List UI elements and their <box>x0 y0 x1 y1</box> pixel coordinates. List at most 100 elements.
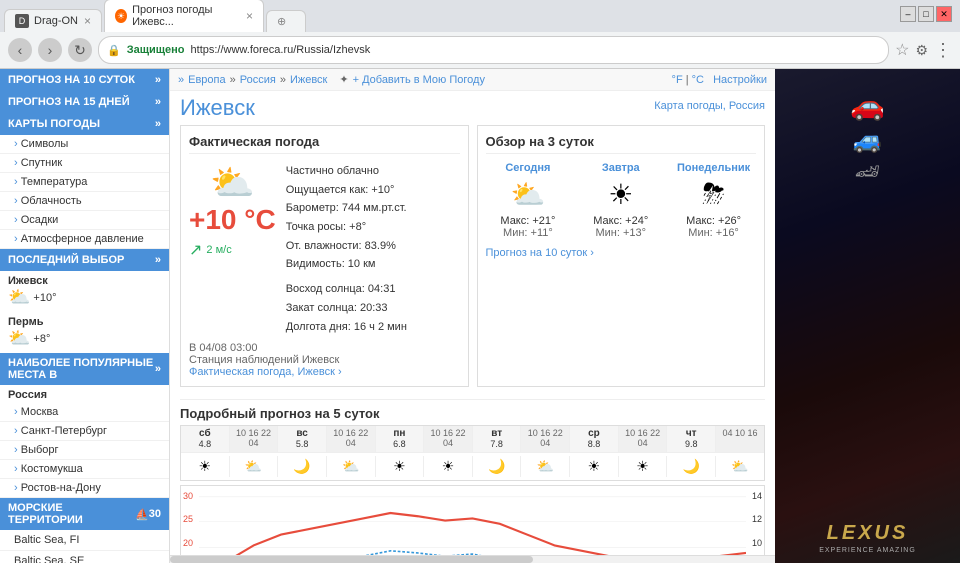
wind-direction-icon: ↗ <box>189 240 202 260</box>
pressure: Барометр: 744 мм.рт.ст. <box>286 199 407 218</box>
forward-button[interactable]: › <box>38 38 62 62</box>
chart-y-12: 12 <box>752 514 762 524</box>
sidebar-item-pressure[interactable]: Атмосферное давление <box>0 230 169 249</box>
sunset: Закат солнца: 20:33 <box>286 299 407 318</box>
sidebar-popular[interactable]: НАИБОЛЕЕ ПОПУЛЯРНЫЕ МЕСТА В » <box>0 353 169 385</box>
popular-arrow: » <box>155 363 161 375</box>
chart-y-20: 20 <box>183 538 193 548</box>
celsius-link[interactable]: °C <box>692 74 704 86</box>
horizontal-scrollbar[interactable] <box>170 555 775 563</box>
chart-svg <box>199 486 746 563</box>
forecast-row-icons: ☀ ⛅ 🌙 ⛅ ☀ ☀ 🌙 ⛅ ☀ ☀ 🌙 ⛅ <box>181 453 764 480</box>
izhevsk-cloud-icon: ⛅ <box>8 287 30 308</box>
reload-button[interactable]: ↻ <box>68 38 92 62</box>
ad-banner: 🚗 🚙 🏎 LEXUS EXPERIENCE AMAZING <box>775 69 960 563</box>
settings-icon[interactable]: ⚙ <box>915 42 928 59</box>
current-weather-icon: ⛅ <box>189 162 276 204</box>
sidebar-forecast-15[interactable]: ПРОГНОЗ НА 15 ДНЕЙ » <box>0 91 169 113</box>
restore-button[interactable]: □ <box>918 6 934 22</box>
current-temp: +10 °C <box>189 204 276 236</box>
bookmark-icon[interactable]: ☆ <box>895 40 909 60</box>
detailed-forecast-title: Подробный прогноз на 5 суток <box>180 399 765 425</box>
tab-icon-drag-on: D <box>15 14 29 28</box>
add-to-my-weather[interactable]: + Добавить в Мою Погоду <box>353 74 485 86</box>
perm-weather: ⛅ +8° <box>8 328 161 349</box>
ad-branding: LEXUS EXPERIENCE AMAZING <box>819 522 916 554</box>
sidebar-perm[interactable]: Пермь ⛅ +8° <box>0 312 169 353</box>
perm-name: Пермь <box>8 316 161 328</box>
more-icon[interactable]: ⋮ <box>934 40 952 61</box>
marine-boat-icon: ⛵ <box>135 508 149 521</box>
back-button[interactable]: ‹ <box>8 38 32 62</box>
sidebar-marine[interactable]: МОРСКИЕ ТЕРРИТОРИИ ⛵ 30 <box>0 498 169 530</box>
settings-link[interactable]: Настройки <box>713 74 767 86</box>
sidebar-maps[interactable]: КАРТЫ ПОГОДЫ » <box>0 113 169 135</box>
close-button[interactable]: ✕ <box>936 6 952 22</box>
dew-point: Точка росы: +8° <box>286 218 407 237</box>
icon-vs-2: ☀ <box>424 456 473 477</box>
today-icon: ⛅ <box>486 178 571 211</box>
ad-cars-area: 🚗 🚙 🏎 <box>775 89 960 184</box>
marine-label: МОРСКИЕ ТЕРРИТОРИИ <box>8 502 135 526</box>
forecast-day-today: Сегодня ⛅ Макс: +21° Мин: +11° <box>486 162 571 239</box>
breadcrumb-europe[interactable]: Европа <box>188 74 226 86</box>
sidebar-item-satellite[interactable]: Спутник <box>0 154 169 173</box>
sidebar-item-rostov[interactable]: Ростов-на-Дону <box>0 479 169 498</box>
icon-sb-2: ⛅ <box>230 456 279 477</box>
day-pn-h: 10 16 22 04 <box>424 426 473 452</box>
icon-pn-1: ☀ <box>570 456 619 477</box>
forecast-days: Сегодня ⛅ Макс: +21° Мин: +11° Завтра ☀ … <box>486 162 757 239</box>
map-link[interactable]: Карта погоды, Россия <box>654 100 765 112</box>
car-icon-3: 🏎 <box>775 159 960 184</box>
today-min: Мин: +11° <box>486 227 571 239</box>
sidebar-item-symbols[interactable]: Символы <box>0 135 169 154</box>
temp-units-settings: °F | °C Настройки <box>672 74 767 86</box>
day-cht-h: 04 10 16 <box>716 426 764 452</box>
sidebar-item-vyborg[interactable]: Выборг <box>0 441 169 460</box>
weather-cards-row: Фактическая погода ⛅ +10 °C ↗ 2 м/с <box>170 125 775 395</box>
sidebar-item-temperature[interactable]: Температура <box>0 173 169 192</box>
scrollbar-thumb[interactable] <box>170 556 533 563</box>
sidebar-forecast-10[interactable]: ПРОГНОЗ НА 10 СУТОК » <box>0 69 169 91</box>
tab-close-forecast[interactable]: × <box>246 9 253 23</box>
tab-forecast[interactable]: ☀ Прогноз погоды Ижевс... × <box>104 0 264 32</box>
marine-item-baltic-fi[interactable]: Baltic Sea, FI <box>0 530 169 551</box>
humidity: От. влажности: 83.9% <box>286 237 407 256</box>
tab-label-empty: ⊕ <box>277 15 286 28</box>
minimize-button[interactable]: – <box>900 6 916 22</box>
breadcrumb-text: » Европа » Россия » Ижевск ✦ + Добавить … <box>178 73 485 86</box>
chart-y-25: 25 <box>183 514 193 524</box>
last-choice-arrow: » <box>155 254 161 266</box>
overview-card: Обзор на 3 суток Сегодня ⛅ Макс: +21° Ми… <box>477 125 766 387</box>
observation-station: Станция наблюдений Ижевск <box>189 354 460 366</box>
tomorrow-min: Мин: +13° <box>578 227 663 239</box>
icon-sb-1: ☀ <box>181 456 230 477</box>
car-icon-1: 🚗 <box>775 89 960 122</box>
sidebar-item-spb[interactable]: Санкт-Петербург <box>0 422 169 441</box>
forecast-10-link[interactable]: Прогноз на 10 суток › <box>486 247 757 259</box>
sidebar-izhevsk[interactable]: Ижевск ⛅ +10° <box>0 271 169 312</box>
marine-item-baltic-se[interactable]: Baltic Sea, SE <box>0 551 169 563</box>
sidebar-item-kostomuksha[interactable]: Костомукша <box>0 460 169 479</box>
breadcrumb-russia[interactable]: Россия <box>240 74 276 86</box>
sidebar-item-clouds[interactable]: Облачность <box>0 192 169 211</box>
monday-label: Понедельник <box>671 162 756 174</box>
breadcrumb-izhevsk[interactable]: Ижевск <box>290 74 327 86</box>
detailed-forecast-section: Подробный прогноз на 5 суток сб4.8 10 16… <box>170 399 775 563</box>
fahrenheit-link[interactable]: °F <box>672 74 683 86</box>
actual-weather-link[interactable]: Фактическая погода, Ижевск › <box>189 366 342 378</box>
sidebar-item-precipitation[interactable]: Осадки <box>0 211 169 230</box>
forecast-row-days: сб4.8 10 16 22 04 вс5.8 10 16 22 04 пн6.… <box>181 426 764 453</box>
wind-speed: 2 м/с <box>206 244 231 256</box>
tab-empty[interactable]: ⊕ <box>266 10 306 32</box>
forecast-day-tomorrow: Завтра ☀ Макс: +24° Мин: +13° <box>578 162 663 239</box>
icon-vs-1: ☀ <box>376 456 425 477</box>
sidebar-last-choice[interactable]: ПОСЛЕДНИЙ ВЫБОР » <box>0 249 169 271</box>
sidebar-item-moscow[interactable]: Москва <box>0 403 169 422</box>
ad-brand: LEXUS <box>819 522 916 545</box>
tab-close-drag-on[interactable]: × <box>84 14 91 28</box>
tab-label-forecast: Прогноз погоды Ижевс... <box>132 4 240 28</box>
current-weather-card: Фактическая погода ⛅ +10 °C ↗ 2 м/с <box>180 125 469 387</box>
tab-drag-on[interactable]: D Drag-ON × <box>4 9 102 32</box>
temperature-chart: 30 25 20 15 14 12 10 8 <box>180 485 765 563</box>
